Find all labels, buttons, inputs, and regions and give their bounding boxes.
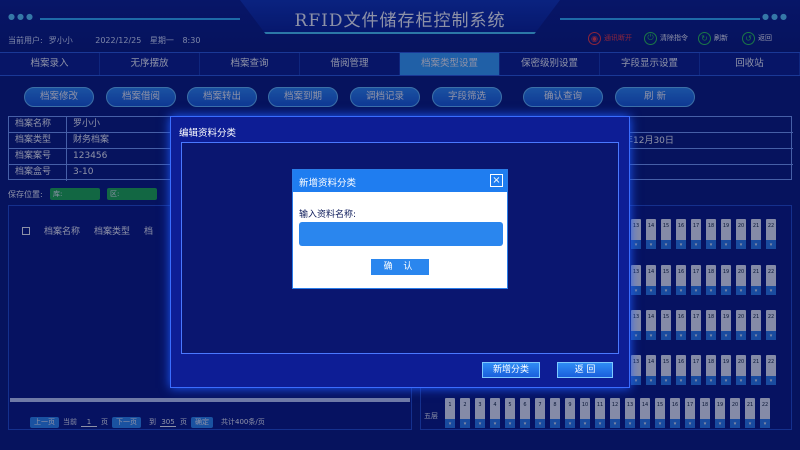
new-dialog-title: 新增资料分类 <box>299 178 357 189</box>
edit-back-button[interactable]: 返 回 <box>557 362 613 378</box>
close-icon[interactable]: × <box>490 174 503 187</box>
new-category-dialog: 新增资料分类 × 输入资料名称: 确 认 <box>292 169 508 289</box>
add-category-button[interactable]: 新增分类 <box>482 362 540 378</box>
new-dialog-titlebar: 新增资料分类 × <box>293 170 507 192</box>
category-name-label: 输入资料名称: <box>299 210 357 220</box>
confirm-button[interactable]: 确 认 <box>371 259 429 275</box>
category-name-input[interactable] <box>299 222 503 246</box>
edit-dialog-title: 编辑资料分类 <box>179 128 237 139</box>
